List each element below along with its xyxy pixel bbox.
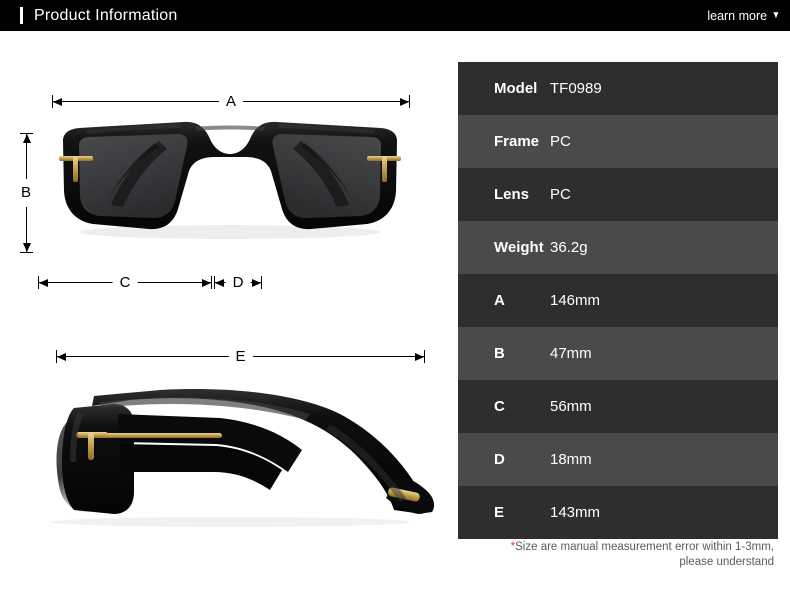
table-row: E 143mm <box>458 486 778 539</box>
table-row: Weight 36.2g <box>458 221 778 274</box>
spec-value: 146mm <box>550 292 601 309</box>
spec-value: PC <box>550 133 571 150</box>
spec-key: E <box>494 504 505 521</box>
measurement-disclaimer: *Size are manual measurement error withi… <box>458 540 778 570</box>
table-row: Model TF0989 <box>458 62 778 115</box>
spec-key: B <box>494 345 505 362</box>
table-row: D 18mm <box>458 433 778 486</box>
arrow-up-icon <box>22 134 31 143</box>
dimension-cap-right <box>424 350 425 363</box>
learn-more-button[interactable]: learn more ▼ <box>707 9 781 23</box>
spec-key: Lens <box>494 186 530 203</box>
table-row: C 56mm <box>458 380 778 433</box>
dimension-line-b: B <box>16 133 36 253</box>
dimension-cap-right <box>409 95 410 108</box>
table-row: A 146mm <box>458 274 778 327</box>
spec-key: A <box>494 292 505 309</box>
dimension-label-a: A <box>218 92 244 111</box>
spec-value: 18mm <box>550 451 592 468</box>
arrow-left-icon <box>215 278 224 287</box>
arrow-left-icon <box>39 278 48 287</box>
arrow-right-icon <box>400 97 409 106</box>
page-header: Product Information learn more ▼ <box>0 0 790 31</box>
page-title: Product Information <box>34 6 178 24</box>
dimension-cap-right <box>261 276 262 289</box>
learn-more-label: learn more <box>707 8 768 23</box>
header-accent-bar <box>20 7 23 24</box>
specification-panel: Model TF0989 Frame PC Lens PC Weight 36.… <box>458 31 790 607</box>
dimension-label-e: E <box>228 347 253 366</box>
dimension-cap-right <box>211 276 212 289</box>
arrow-left-icon <box>57 352 66 361</box>
product-diagram-panel: A B C D E <box>0 31 458 607</box>
spec-key: Model <box>494 80 538 97</box>
dimension-line-c: C <box>38 273 212 292</box>
table-row: Frame PC <box>458 115 778 168</box>
dimension-line-e: E <box>56 347 425 366</box>
dimension-line-d: D <box>214 273 262 292</box>
spec-value: PC <box>550 186 571 203</box>
arrow-right-icon <box>252 278 261 287</box>
spec-key: Frame <box>494 133 540 150</box>
spec-value: 47mm <box>550 345 592 362</box>
disclaimer-line-1: Size are manual measurement error within… <box>515 541 774 553</box>
spec-key: C <box>494 398 505 415</box>
table-row: Lens PC <box>458 168 778 221</box>
sunglasses-side-view <box>30 386 440 536</box>
table-row: B 47mm <box>458 327 778 380</box>
dimension-cap-bottom <box>20 252 33 253</box>
dimension-label-d: D <box>225 273 251 292</box>
dimension-label-c: C <box>112 273 138 292</box>
disclaimer-line-2: please understand <box>679 556 774 568</box>
spec-value: 143mm <box>550 504 601 521</box>
arrow-right-icon <box>415 352 424 361</box>
spec-key: D <box>494 451 505 468</box>
chevron-down-icon: ▼ <box>771 9 781 21</box>
spec-value: 56mm <box>550 398 592 415</box>
arrow-down-icon <box>22 243 31 252</box>
arrow-right-icon <box>202 278 211 287</box>
dimension-label-b: B <box>16 179 36 207</box>
spec-key: Weight <box>494 239 544 256</box>
spec-value: 36.2g <box>550 239 588 256</box>
specification-table: Model TF0989 Frame PC Lens PC Weight 36.… <box>458 62 778 539</box>
spec-value: TF0989 <box>550 80 602 97</box>
arrow-left-icon <box>53 97 62 106</box>
sunglasses-front-view <box>55 119 405 249</box>
dimension-line-a: A <box>52 92 410 111</box>
